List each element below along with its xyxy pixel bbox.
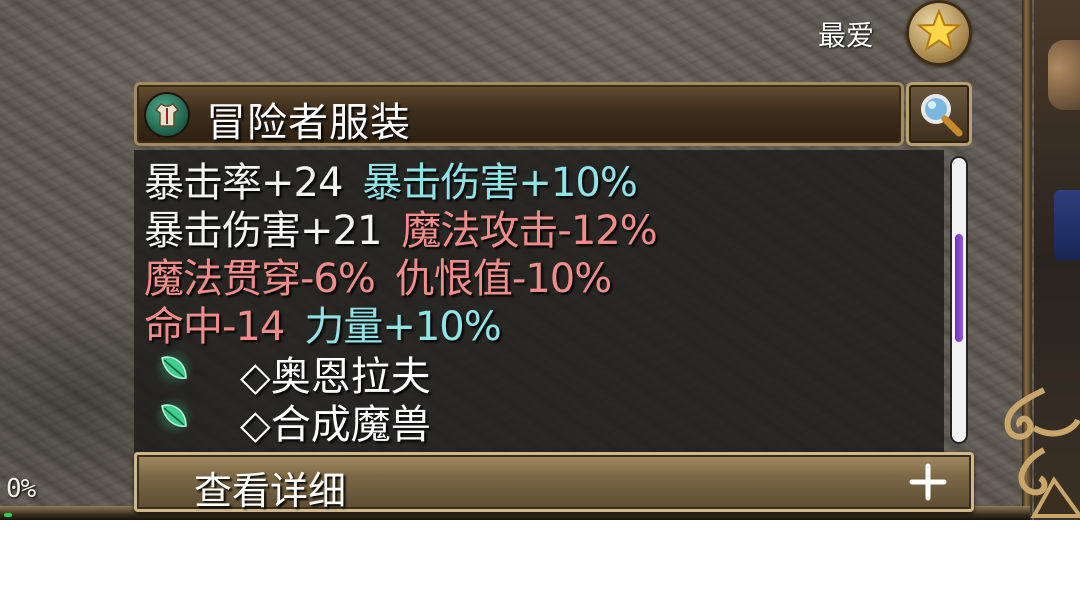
- star-icon: [916, 8, 962, 52]
- stat-line: 魔法贯穿-6% 仇恨值-10%: [144, 246, 612, 302]
- set-item-label: ◇合成魔兽: [240, 402, 431, 448]
- experience-percent: 0%: [6, 474, 36, 504]
- item-name: 冒险者服装: [206, 100, 411, 146]
- inspect-button[interactable]: [906, 82, 972, 146]
- character-arm: [1048, 40, 1080, 110]
- armor-icon: [146, 94, 188, 136]
- stats-scrollbar[interactable]: [952, 158, 966, 442]
- experience-bar-fill: [4, 513, 12, 517]
- stat-line: 暴击率+24 暴击伤害+10%: [144, 150, 638, 206]
- character-cloth: [1054, 190, 1080, 260]
- magnifier-icon: [921, 94, 963, 137]
- green-leaf-icon: [154, 348, 194, 388]
- view-details-label: 查看详细: [194, 469, 347, 513]
- scrollbar-thumb[interactable]: [955, 234, 963, 342]
- favorite-label: 最爱: [818, 19, 875, 52]
- item-stats-list[interactable]: 暴击率+24 暴击伤害+10% 暴击伤害+21 魔法攻击-12% 魔法贯穿-6% 仇恨…: [134, 150, 944, 452]
- item-title-bar: 冒险者服装: [134, 82, 904, 146]
- stat-line: 暴击伤害+21 魔法攻击-12%: [144, 198, 658, 254]
- stat-line: 命中-14 力量+10%: [144, 294, 502, 350]
- item-detail-panel: 冒险者服装 暴击率+24 暴击伤害+10% 暴击伤害+21 魔法攻击-12% 魔法贯…: [134, 82, 974, 518]
- green-leaf-icon: [154, 396, 194, 436]
- frame-ornament-icon: [1004, 387, 1080, 518]
- favorite-button[interactable]: [906, 0, 972, 66]
- view-details-button[interactable]: 查看详细: [134, 452, 974, 513]
- plus-icon: [909, 463, 947, 501]
